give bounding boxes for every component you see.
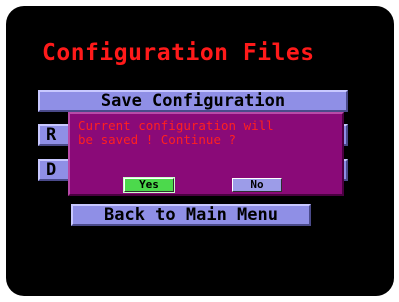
confirm-dialog: Current configuration will be saved ! Co… — [68, 112, 344, 196]
back-to-main-menu-button[interactable]: Back to Main Menu — [71, 204, 311, 226]
yes-button[interactable]: Yes — [123, 177, 175, 193]
display-area: Configuration Files Save Configuration R… — [6, 6, 394, 296]
no-button[interactable]: No — [232, 178, 282, 192]
dialog-message: Current configuration will be saved ! Co… — [78, 118, 274, 147]
screen-frame: Configuration Files Save Configuration R… — [0, 0, 399, 302]
page-title: Configuration Files — [42, 40, 315, 66]
save-configuration-button[interactable]: Save Configuration — [38, 90, 348, 112]
